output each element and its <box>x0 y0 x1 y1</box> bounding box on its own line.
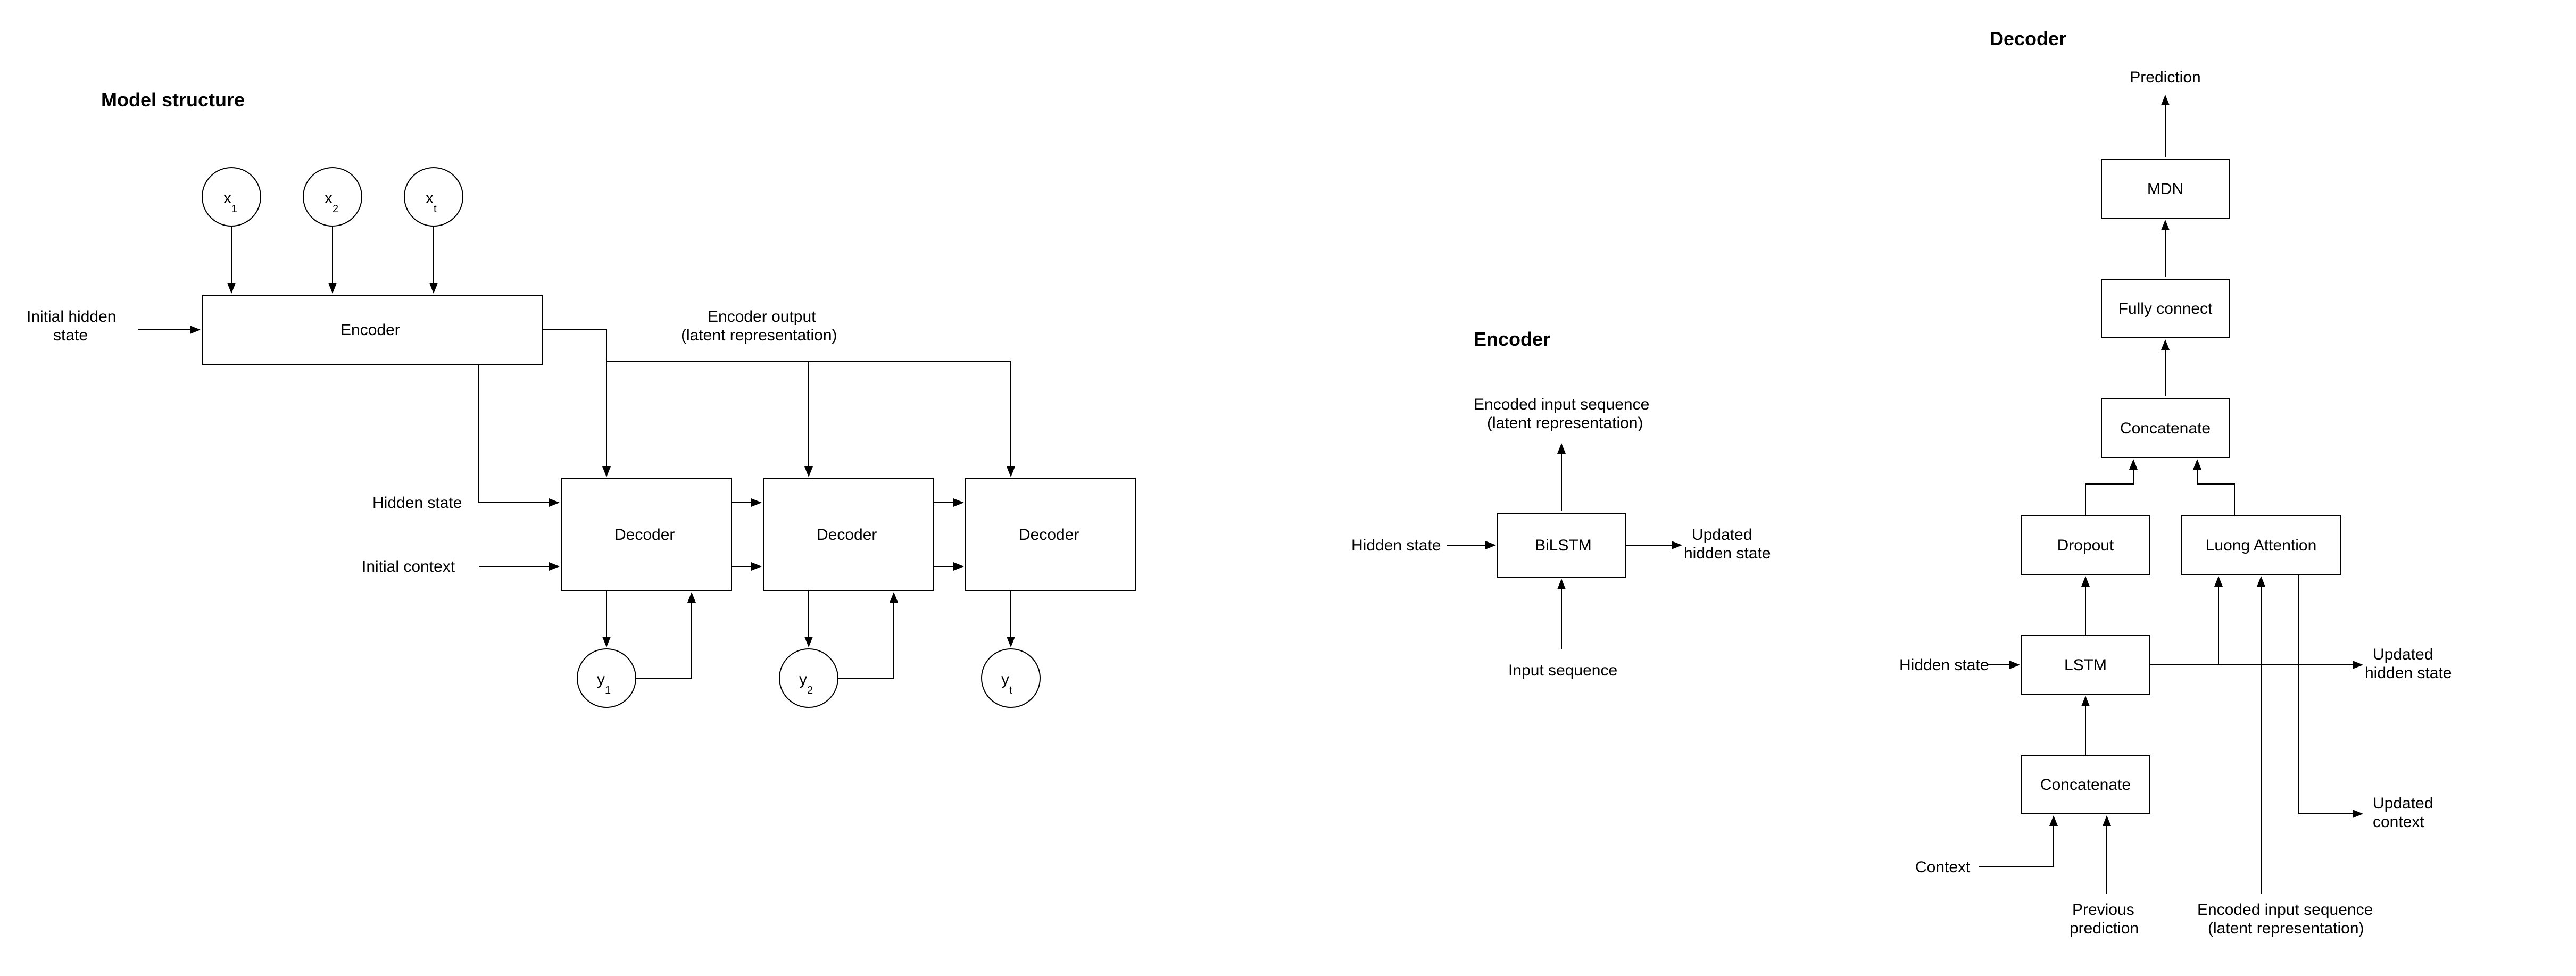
arrow-dropout-concat <box>2085 460 2133 516</box>
input-xt: xt <box>404 168 463 226</box>
arrow-luong-concat <box>2197 460 2234 516</box>
arrow-enc-out-dec2 <box>606 362 809 476</box>
bilstm-label: BiLSTM <box>1535 537 1592 554</box>
dec-encoded-label: Encoded input sequence (latent represent… <box>2197 901 2378 937</box>
concat-upper-label: Concatenate <box>2120 420 2211 437</box>
enc-hidden-state-label: Hidden state <box>1351 537 1441 554</box>
output-yt-circle <box>982 649 1040 707</box>
decoder-title: Decoder <box>1990 28 2066 49</box>
arrow-luong-updated-ctx <box>2298 574 2362 814</box>
decoder-panel: Decoder Prediction MDN Fully connect Con… <box>1899 28 2452 937</box>
arrow-y2-feedback <box>838 593 894 678</box>
prediction-label: Prediction <box>2130 69 2200 86</box>
arrow-context-concat <box>1979 816 2054 867</box>
dec-updated-hidden-label: Updated hidden state <box>2365 646 2452 682</box>
encoder-title: Encoder <box>1474 328 1550 350</box>
initial-hidden-label: Initial hidden state <box>27 308 121 344</box>
decoder-3-label: Decoder <box>1019 526 1079 544</box>
concat-lower-label: Concatenate <box>2040 776 2131 794</box>
dropout-label: Dropout <box>2057 537 2114 554</box>
input-x1: x1 <box>202 168 261 226</box>
input-x2: x2 <box>303 168 362 226</box>
arrow-hidden-to-dec1 <box>479 364 559 503</box>
dec-updated-ctx-label: Updated context <box>2373 795 2438 831</box>
encoder-label: Encoder <box>340 321 400 339</box>
enc-updated-hidden-label: Updated hidden state <box>1684 526 1771 562</box>
model-structure-panel: Model structure x1 x2 xt Encoder Initial… <box>27 89 1136 707</box>
model-structure-title: Model structure <box>101 89 245 111</box>
dec-hidden-in-label: Hidden state <box>1899 656 1989 674</box>
arrow-enc-out-dec3 <box>809 362 1011 476</box>
luong-label: Luong Attention <box>2206 537 2317 554</box>
diagram-canvas: Model structure x1 x2 xt Encoder Initial… <box>0 0 2576 973</box>
arrow-enc-out-dec1 <box>543 330 606 476</box>
initial-context-label: Initial context <box>362 558 455 575</box>
decoder-1-label: Decoder <box>614 526 675 544</box>
arrow-y1-feedback <box>636 593 692 678</box>
encoder-output-label: Encoder output (latent representation) <box>681 308 837 344</box>
enc-inputseq-label: Input sequence <box>1508 662 1617 679</box>
encoded-seq-label: Encoded input sequence (latent represent… <box>1474 396 1654 432</box>
output-y1-circle <box>577 649 636 707</box>
mdn-label: MDN <box>2147 180 2183 198</box>
output-y2-circle <box>779 649 838 707</box>
dec-prevpred-label: Previous prediction <box>2070 901 2139 937</box>
decoder-2-label: Decoder <box>817 526 877 544</box>
hidden-state-label: Hidden state <box>372 494 462 512</box>
dec-context-label: Context <box>1915 858 1971 876</box>
encoder-panel: Encoder Encoded input sequence (latent r… <box>1351 328 1771 679</box>
arrow-lstm-luong <box>2149 577 2218 665</box>
fc-label: Fully connect <box>2118 300 2213 318</box>
lstm-label: LSTM <box>2064 656 2107 674</box>
